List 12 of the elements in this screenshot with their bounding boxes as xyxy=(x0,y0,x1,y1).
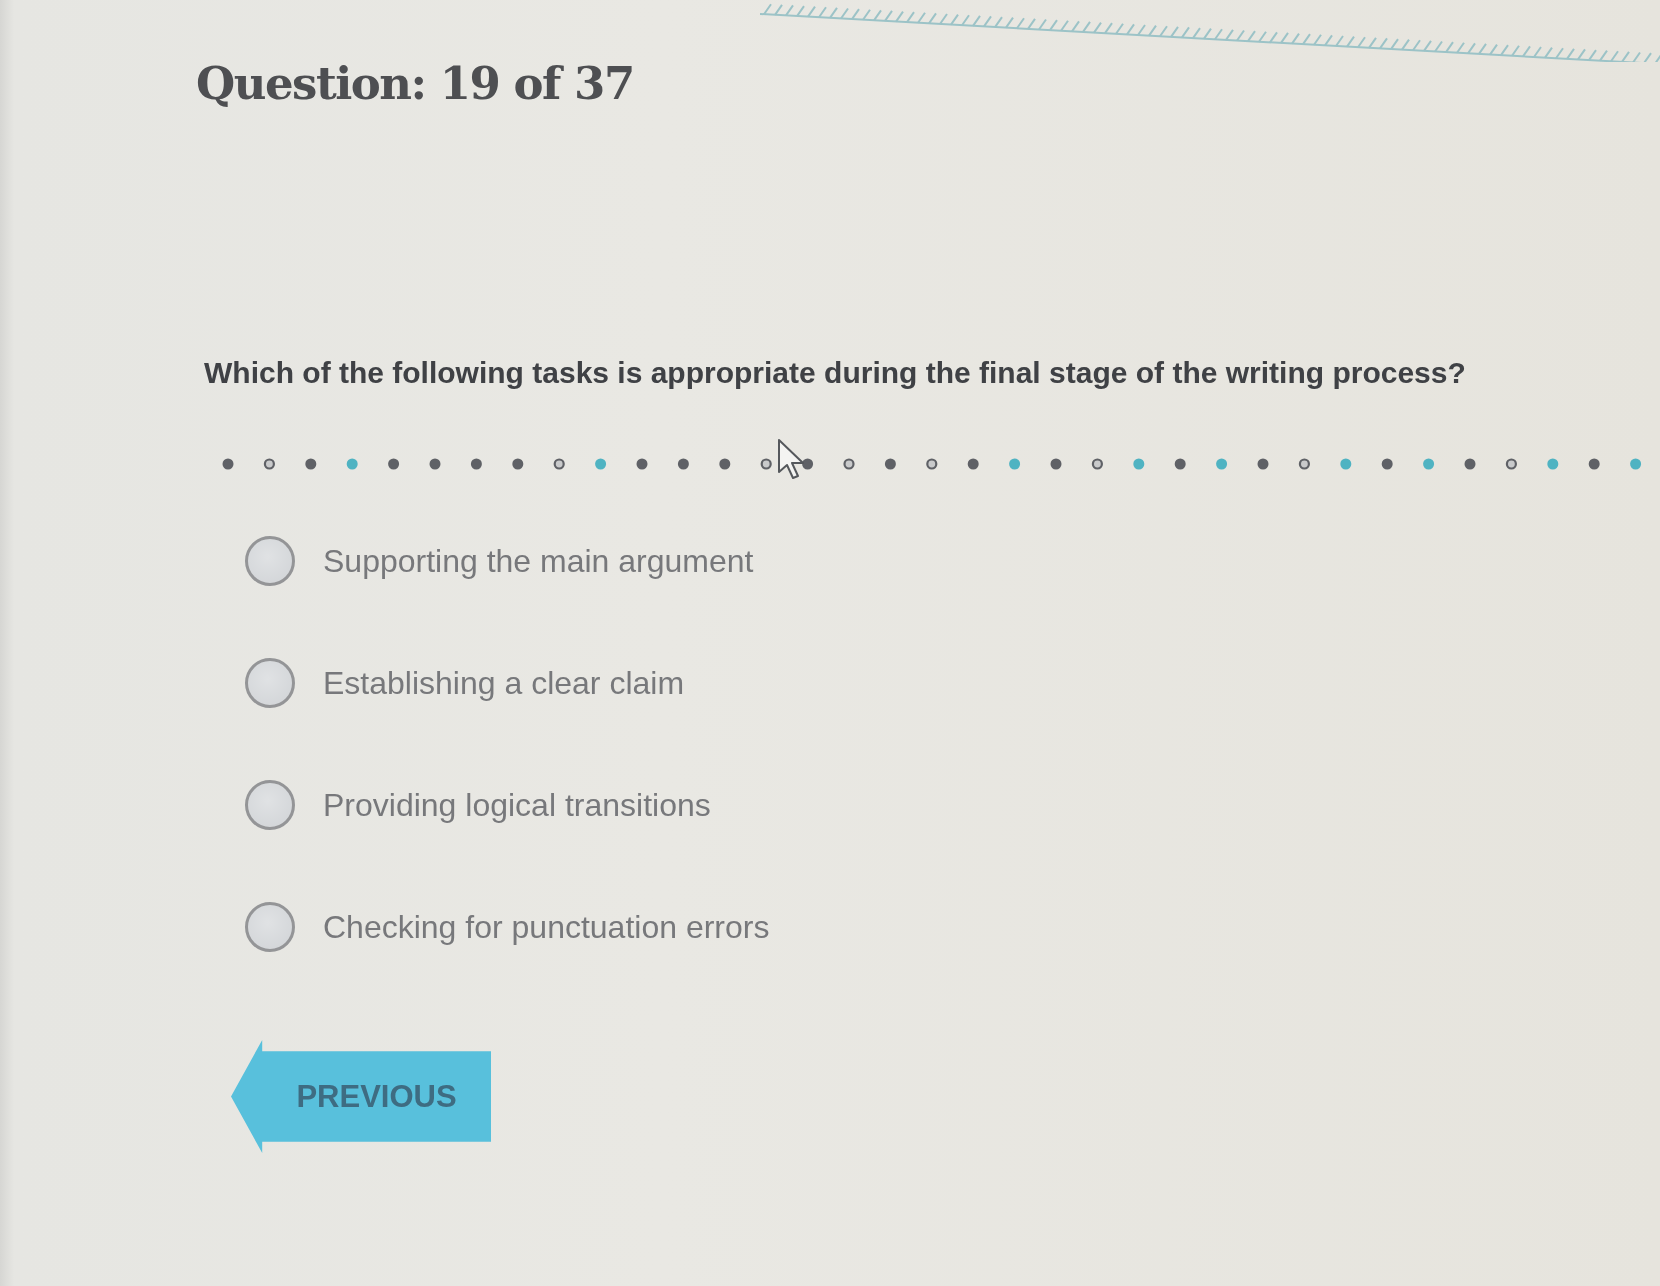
question-prompt: Which of the following tasks is appropriate during the final stage of the writing process? xyxy=(204,355,1466,391)
radio-button[interactable] xyxy=(245,658,295,708)
radio-button[interactable] xyxy=(245,536,295,586)
answer-option[interactable]: Providing logical transitions xyxy=(323,785,711,825)
cursor-icon xyxy=(777,438,807,480)
answer-option[interactable]: Establishing a clear claim xyxy=(323,663,685,703)
answer-option[interactable]: Supporting the main argument xyxy=(323,541,754,581)
answer-option[interactable]: Checking for punctuation errors xyxy=(323,907,770,947)
radio-button[interactable] xyxy=(245,780,295,830)
question-counter: Question: 19 of 37 xyxy=(196,56,634,112)
radio-button[interactable] xyxy=(245,902,295,952)
previous-button[interactable]: PREVIOUS xyxy=(231,1040,491,1153)
